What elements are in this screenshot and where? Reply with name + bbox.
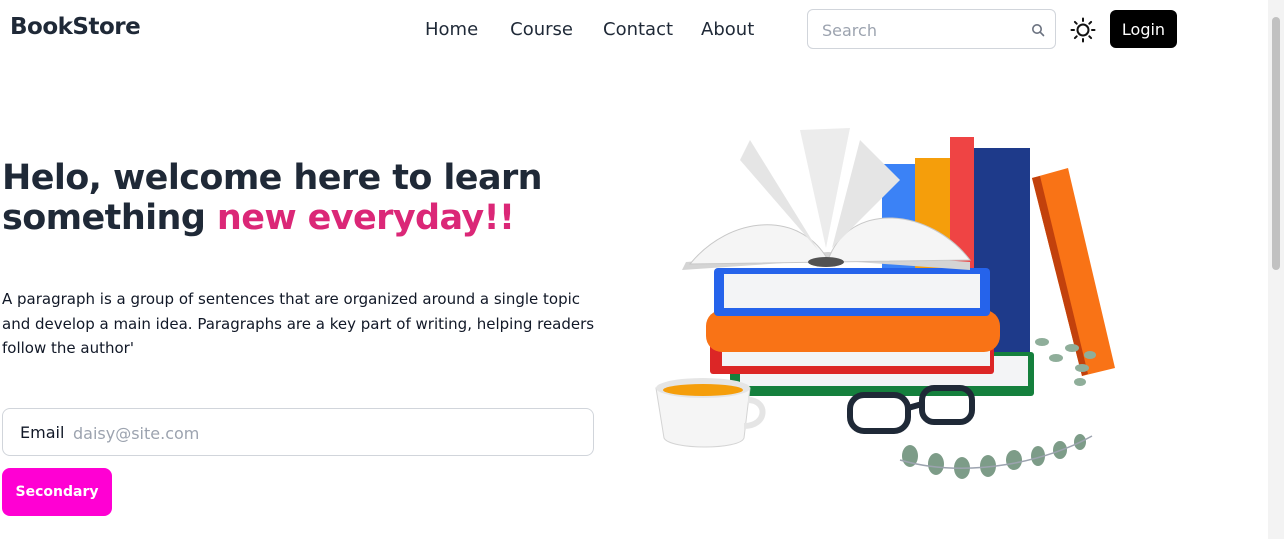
hero-paragraph: A paragraph is a group of sentences that… xyxy=(2,290,595,357)
nav-link-about[interactable]: About xyxy=(701,18,754,42)
login-button[interactable]: Login xyxy=(1110,10,1177,48)
email-field: Email xyxy=(2,408,594,456)
sun-icon[interactable] xyxy=(1070,17,1096,43)
nav-link-home[interactable]: Home xyxy=(425,18,478,42)
hero-title-accent: new everyday!! xyxy=(216,198,515,238)
nav-link-contact[interactable]: Contact xyxy=(603,18,673,42)
secondary-button[interactable]: Secondary xyxy=(2,468,112,516)
books-illustration xyxy=(655,128,1115,479)
search-input[interactable] xyxy=(820,10,1024,50)
scrollbar-track[interactable] xyxy=(1268,0,1284,539)
hero-title: Helo, welcome here to learn something ne… xyxy=(2,158,602,238)
navbar: BookStore Home Course Contact About Logi… xyxy=(0,0,1268,60)
nav-link-course[interactable]: Course xyxy=(510,18,573,42)
email-input[interactable] xyxy=(71,417,575,449)
scrollbar-thumb[interactable] xyxy=(1272,17,1280,270)
search-box xyxy=(807,9,1056,50)
email-label: Email xyxy=(20,423,65,442)
brand-logo[interactable]: BookStore xyxy=(10,14,141,40)
nav-links: Home Course Contact About xyxy=(425,18,782,42)
search-icon[interactable] xyxy=(1030,22,1046,38)
